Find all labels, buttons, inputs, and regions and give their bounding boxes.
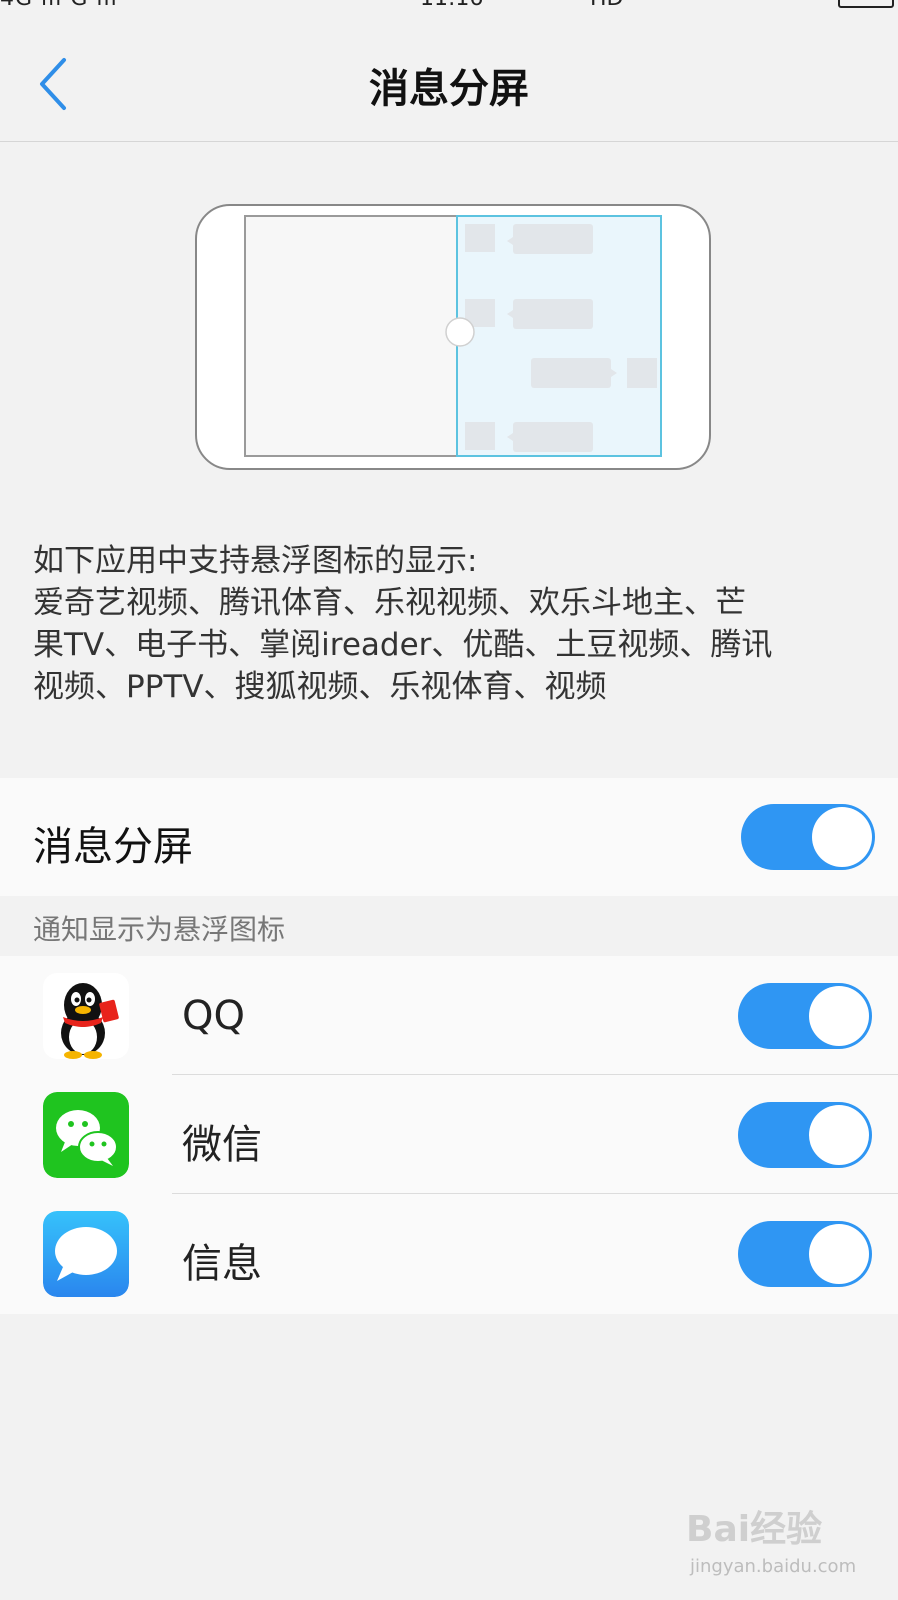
watermark-brand: Bai经验 bbox=[686, 1509, 823, 1550]
app-label: QQ bbox=[182, 993, 245, 1039]
message-split-screen-label: 消息分屏 bbox=[33, 824, 193, 870]
description-apps-line: 视频、PPTV、搜狐视频、乐视体育、视频 bbox=[33, 669, 607, 705]
description-title: 如下应用中支持悬浮图标的显示: bbox=[33, 543, 478, 579]
status-bar: 4G ııl G ııl 11:16 HD bbox=[0, 0, 898, 12]
app-list: QQ 微信 信息 bbox=[0, 956, 898, 1314]
supported-apps-description: 如下应用中支持悬浮图标的显示: 爱奇艺视频、腾讯体育、乐视视频、欢乐斗地主、芒 … bbox=[33, 540, 873, 708]
list-item-qq: QQ bbox=[0, 956, 898, 1075]
split-screen-illustration bbox=[195, 204, 711, 472]
toggle-knob bbox=[812, 807, 872, 867]
message-split-screen-toggle[interactable] bbox=[741, 804, 875, 870]
list-item-wechat: 微信 bbox=[0, 1075, 898, 1194]
description-apps-line: 爱奇艺视频、腾讯体育、乐视视频、欢乐斗地主、芒 bbox=[33, 585, 746, 621]
messages-toggle[interactable] bbox=[738, 1221, 872, 1287]
section-header: 通知显示为悬浮图标 bbox=[0, 896, 898, 956]
description-apps-line: 果TV、电子书、掌阅ireader、优酷、土豆视频、腾讯 bbox=[33, 627, 773, 663]
wechat-toggle[interactable] bbox=[738, 1102, 872, 1168]
toggle-knob bbox=[809, 1105, 869, 1165]
watermark-url: jingyan.baidu.com bbox=[690, 1556, 857, 1577]
qq-penguin-icon bbox=[43, 973, 129, 1059]
app-label: 信息 bbox=[182, 1241, 262, 1287]
battery-icon bbox=[838, 0, 894, 8]
list-item-messages: 信息 bbox=[0, 1194, 898, 1313]
toggle-knob bbox=[809, 1224, 869, 1284]
hd-indicator: HD bbox=[590, 0, 623, 11]
clock: 11:16 bbox=[420, 0, 483, 11]
header: 消息分屏 bbox=[0, 12, 898, 142]
signal-indicator: 4G ııl G ııl bbox=[0, 0, 118, 11]
wechat-icon bbox=[43, 1092, 129, 1178]
qq-toggle[interactable] bbox=[738, 983, 872, 1049]
watermark: Bai经验 jingyan.baidu.com bbox=[686, 1500, 876, 1586]
toggle-knob bbox=[809, 986, 869, 1046]
app-label: 微信 bbox=[182, 1122, 262, 1168]
messages-icon bbox=[43, 1211, 129, 1297]
section-header-label: 通知显示为悬浮图标 bbox=[33, 913, 286, 946]
page-title: 消息分屏 bbox=[369, 66, 529, 112]
message-split-screen-row: 消息分屏 bbox=[0, 778, 898, 896]
